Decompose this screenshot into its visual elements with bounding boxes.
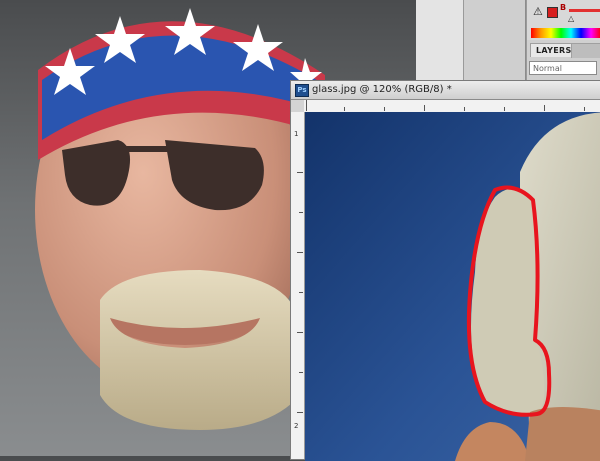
ruler-vertical[interactable]: 1 2 bbox=[291, 112, 305, 459]
warning-icon[interactable]: ⚠ bbox=[533, 5, 543, 18]
layers-panel: LAYERS Normal bbox=[526, 40, 600, 80]
document-window[interactable]: Ps glass.jpg @ 120% (RGB/8) * 1 2 bbox=[290, 80, 600, 461]
ruler-label-1: 1 bbox=[294, 130, 299, 138]
channel-label: B bbox=[560, 3, 567, 12]
tab-blank[interactable] bbox=[571, 43, 600, 58]
color-slider-track[interactable] bbox=[569, 9, 600, 12]
document-titlebar[interactable]: Ps glass.jpg @ 120% (RGB/8) * bbox=[291, 81, 600, 100]
photoshop-doc-icon: Ps bbox=[295, 84, 309, 97]
document-title: glass.jpg @ 120% (RGB/8) * bbox=[312, 84, 452, 95]
color-spectrum-bar[interactable] bbox=[531, 28, 600, 38]
foreground-color-swatch[interactable] bbox=[547, 7, 558, 18]
ruler-label-2: 2 bbox=[294, 422, 299, 430]
goatee-beard bbox=[100, 270, 300, 430]
palette-area: ⚠ B △ LAYERS Normal bbox=[416, 0, 600, 80]
document-canvas[interactable] bbox=[305, 112, 600, 461]
palette-column-left bbox=[416, 0, 464, 80]
slider-thumb-icon[interactable]: △ bbox=[568, 14, 574, 23]
palette-column-middle bbox=[464, 0, 526, 80]
blend-mode-select[interactable]: Normal bbox=[529, 61, 597, 75]
color-panel[interactable]: ⚠ B △ bbox=[526, 0, 600, 40]
photo-content bbox=[305, 112, 600, 461]
